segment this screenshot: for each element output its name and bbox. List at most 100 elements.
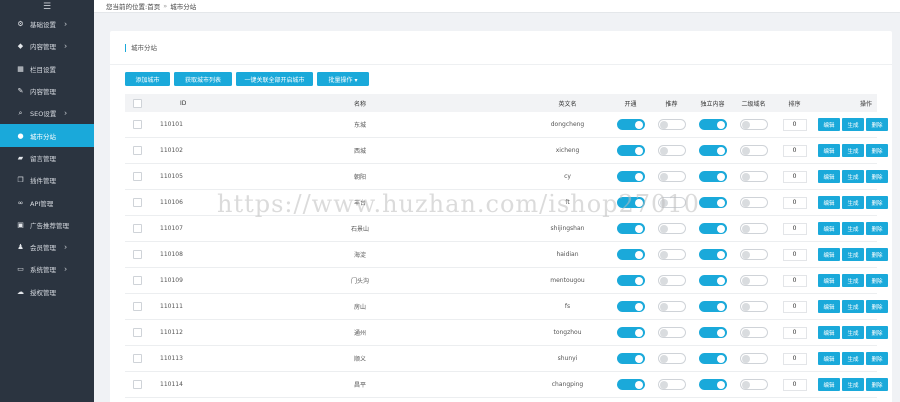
open-toggle[interactable] bbox=[616, 301, 645, 312]
row-checkbox[interactable] bbox=[133, 120, 142, 129]
edit-button[interactable]: 编辑 bbox=[818, 378, 840, 391]
open-toggle[interactable] bbox=[616, 145, 645, 156]
independent-toggle[interactable] bbox=[698, 353, 727, 364]
subdomain-toggle[interactable] bbox=[739, 145, 768, 156]
edit-button[interactable]: 编辑 bbox=[818, 248, 840, 261]
edit-button[interactable]: 编辑 bbox=[818, 274, 840, 287]
recommend-toggle[interactable] bbox=[657, 379, 686, 390]
sort-input[interactable]: 0 bbox=[782, 378, 807, 391]
generate-button[interactable]: 生成 bbox=[842, 196, 864, 209]
sidebar-item-10[interactable]: ♟ 会员管理 › bbox=[0, 236, 94, 258]
subdomain-toggle[interactable] bbox=[739, 223, 768, 234]
sidebar-item-11[interactable]: ▭ 系统管理 › bbox=[0, 258, 94, 280]
edit-button[interactable]: 编辑 bbox=[818, 196, 840, 209]
delete-button[interactable]: 删除 bbox=[866, 248, 888, 261]
sort-input[interactable]: 0 bbox=[782, 170, 807, 183]
sort-input[interactable]: 0 bbox=[782, 144, 807, 157]
delete-button[interactable]: 删除 bbox=[866, 196, 888, 209]
sidebar-item-2[interactable]: ▦ 栏目设置 bbox=[0, 58, 94, 80]
sort-input[interactable]: 0 bbox=[782, 118, 807, 131]
generate-button[interactable]: 生成 bbox=[842, 378, 864, 391]
row-checkbox[interactable] bbox=[133, 354, 142, 363]
edit-button[interactable]: 编辑 bbox=[818, 222, 840, 235]
menu-toggle[interactable]: ☰ bbox=[0, 0, 94, 13]
sidebar-item-6[interactable]: ▰ 留言管理 bbox=[0, 147, 94, 169]
delete-button[interactable]: 删除 bbox=[866, 378, 888, 391]
open-toggle[interactable] bbox=[616, 223, 645, 234]
generate-button[interactable]: 生成 bbox=[842, 326, 864, 339]
recommend-toggle[interactable] bbox=[657, 353, 686, 364]
independent-toggle[interactable] bbox=[698, 301, 727, 312]
breadcrumb-home[interactable]: 首页 bbox=[147, 1, 160, 11]
generate-button[interactable]: 生成 bbox=[842, 170, 864, 183]
generate-button[interactable]: 生成 bbox=[842, 222, 864, 235]
batch-actions-button[interactable]: 批量操作 ▾ bbox=[317, 72, 369, 86]
independent-toggle[interactable] bbox=[698, 249, 727, 260]
subdomain-toggle[interactable] bbox=[739, 197, 768, 208]
open-toggle[interactable] bbox=[616, 327, 645, 338]
delete-button[interactable]: 删除 bbox=[866, 300, 888, 313]
sidebar-item-9[interactable]: ▣ 广告推荐管理 bbox=[0, 214, 94, 236]
subdomain-toggle[interactable] bbox=[739, 379, 768, 390]
sort-input[interactable]: 0 bbox=[782, 222, 807, 235]
row-checkbox[interactable] bbox=[133, 250, 142, 259]
edit-button[interactable]: 编辑 bbox=[818, 144, 840, 157]
open-toggle[interactable] bbox=[616, 275, 645, 286]
sidebar-item-0[interactable]: ⚙ 基础设置 › bbox=[0, 13, 94, 35]
open-toggle[interactable] bbox=[616, 353, 645, 364]
select-all-checkbox[interactable] bbox=[133, 98, 142, 108]
subdomain-toggle[interactable] bbox=[739, 327, 768, 338]
recommend-toggle[interactable] bbox=[657, 275, 686, 286]
generate-button[interactable]: 生成 bbox=[842, 118, 864, 131]
independent-toggle[interactable] bbox=[698, 197, 727, 208]
delete-button[interactable]: 删除 bbox=[866, 274, 888, 287]
open-toggle[interactable] bbox=[616, 379, 645, 390]
recommend-toggle[interactable] bbox=[657, 145, 686, 156]
subdomain-toggle[interactable] bbox=[739, 249, 768, 260]
row-checkbox[interactable] bbox=[133, 146, 142, 155]
sidebar-item-5[interactable]: ● 城市分站 bbox=[0, 124, 94, 147]
recommend-toggle[interactable] bbox=[657, 197, 686, 208]
sidebar-item-12[interactable]: ☁ 授权管理 bbox=[0, 281, 94, 303]
independent-toggle[interactable] bbox=[698, 223, 727, 234]
generate-button[interactable]: 生成 bbox=[842, 248, 864, 261]
edit-button[interactable]: 编辑 bbox=[818, 352, 840, 365]
sort-input[interactable]: 0 bbox=[782, 326, 807, 339]
sidebar-item-3[interactable]: ✎ 内容管理 bbox=[0, 80, 94, 102]
sidebar-item-1[interactable]: ◆ 内容管理 › bbox=[0, 35, 94, 57]
subdomain-toggle[interactable] bbox=[739, 275, 768, 286]
recommend-toggle[interactable] bbox=[657, 301, 686, 312]
row-checkbox[interactable] bbox=[133, 224, 142, 233]
sort-input[interactable]: 0 bbox=[782, 248, 807, 261]
open-toggle[interactable] bbox=[616, 171, 645, 182]
independent-toggle[interactable] bbox=[698, 379, 727, 390]
delete-button[interactable]: 删除 bbox=[866, 118, 888, 131]
row-checkbox[interactable] bbox=[133, 302, 142, 311]
sidebar-item-7[interactable]: ❐ 插件管理 bbox=[0, 169, 94, 191]
generate-button[interactable]: 生成 bbox=[842, 144, 864, 157]
edit-button[interactable]: 编辑 bbox=[818, 326, 840, 339]
independent-toggle[interactable] bbox=[698, 119, 727, 130]
recommend-toggle[interactable] bbox=[657, 171, 686, 182]
row-checkbox[interactable] bbox=[133, 198, 142, 207]
edit-button[interactable]: 编辑 bbox=[818, 118, 840, 131]
row-checkbox[interactable] bbox=[133, 380, 142, 389]
recommend-toggle[interactable] bbox=[657, 119, 686, 130]
get-city-list-button[interactable]: 获取城市列表 bbox=[174, 72, 232, 86]
delete-button[interactable]: 删除 bbox=[866, 144, 888, 157]
sort-input[interactable]: 0 bbox=[782, 196, 807, 209]
sidebar-item-4[interactable]: ⌕ SEO设置 › bbox=[0, 102, 94, 124]
delete-button[interactable]: 删除 bbox=[866, 170, 888, 183]
open-toggle[interactable] bbox=[616, 119, 645, 130]
sort-input[interactable]: 0 bbox=[782, 352, 807, 365]
edit-button[interactable]: 编辑 bbox=[818, 300, 840, 313]
independent-toggle[interactable] bbox=[698, 171, 727, 182]
sidebar-item-8[interactable]: ∞ API管理 bbox=[0, 191, 94, 213]
delete-button[interactable]: 删除 bbox=[866, 352, 888, 365]
open-toggle[interactable] bbox=[616, 249, 645, 260]
add-city-button[interactable]: 添加城市 bbox=[125, 72, 170, 86]
subdomain-toggle[interactable] bbox=[739, 301, 768, 312]
generate-button[interactable]: 生成 bbox=[842, 352, 864, 365]
recommend-toggle[interactable] bbox=[657, 327, 686, 338]
delete-button[interactable]: 删除 bbox=[866, 326, 888, 339]
